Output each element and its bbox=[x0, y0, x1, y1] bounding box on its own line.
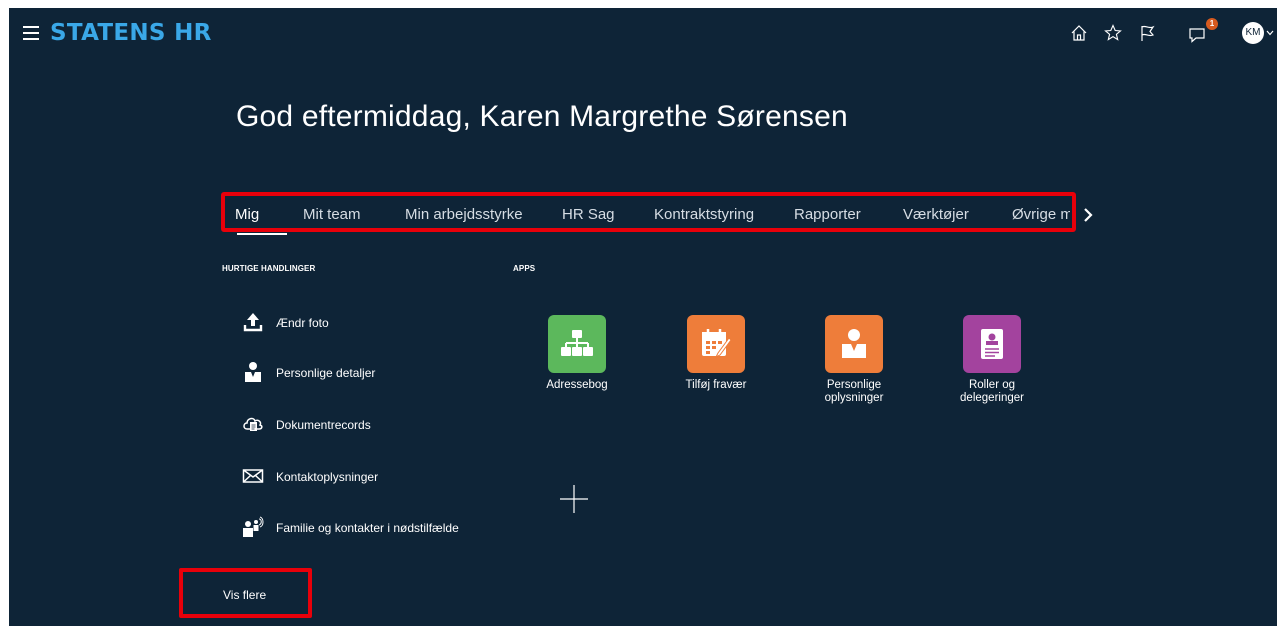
tab-mig[interactable]: Mig bbox=[235, 206, 259, 223]
add-app-icon[interactable] bbox=[560, 485, 588, 513]
apps-heading: APPS bbox=[513, 264, 536, 273]
app-frame: STATENS HR 1 KM God eftermiddag, Karen M… bbox=[9, 8, 1277, 626]
show-more-highlight: Vis flere bbox=[179, 568, 312, 618]
calendar-edit-icon bbox=[687, 315, 745, 373]
chevron-right-icon[interactable] bbox=[1082, 207, 1094, 223]
upload-icon bbox=[243, 313, 263, 332]
tab-rapporter[interactable]: Rapporter bbox=[794, 206, 861, 223]
app-label: Roller og delegeringer bbox=[960, 379, 1024, 404]
id-badge-icon bbox=[963, 315, 1021, 373]
tab-vaerktoejer[interactable]: Værktøjer bbox=[903, 206, 969, 223]
tab-mit-team[interactable]: Mit team bbox=[303, 206, 361, 223]
home-icon[interactable] bbox=[1069, 23, 1091, 45]
quick-action-label: Kontaktoplysninger bbox=[276, 470, 379, 484]
app-adressebog[interactable]: Adressebog bbox=[522, 315, 632, 392]
tab-bar: Mig Mit team Min arbejdsstyrke HR Sag Ko… bbox=[221, 192, 1076, 232]
quick-actions-heading: HURTIGE HANDLINGER bbox=[222, 264, 316, 273]
tab-hr-sag[interactable]: HR Sag bbox=[562, 206, 615, 223]
quick-action-label: Familie og kontakter i nødstilfælde bbox=[276, 521, 459, 535]
show-more-link[interactable]: Vis flere bbox=[223, 588, 266, 602]
active-tab-indicator bbox=[237, 233, 287, 235]
app-label: Personlige oplysninger bbox=[824, 379, 884, 404]
quick-action-label: Ændr foto bbox=[276, 316, 329, 330]
org-chart-icon bbox=[548, 315, 606, 373]
chevron-down-icon[interactable] bbox=[1266, 30, 1274, 36]
tab-oevrige[interactable]: Øvrige m bbox=[1012, 206, 1070, 223]
app-label: Tilføj fravær bbox=[685, 379, 747, 391]
page-greeting: God eftermiddag, Karen Margrethe Sørense… bbox=[236, 100, 848, 133]
app-personlige-oplysninger[interactable]: Personlige oplysninger bbox=[799, 315, 909, 405]
cloud-document-icon bbox=[243, 417, 263, 431]
envelope-icon bbox=[242, 469, 264, 483]
star-icon[interactable] bbox=[1103, 23, 1125, 45]
quick-action-label: Personlige detaljer bbox=[276, 366, 376, 380]
quick-action-label: Dokumentrecords bbox=[276, 418, 371, 432]
avatar[interactable]: KM bbox=[1242, 22, 1264, 44]
flag-icon[interactable] bbox=[1137, 23, 1159, 45]
app-label: Adressebog bbox=[546, 379, 608, 391]
notification-badge: 1 bbox=[1206, 18, 1218, 30]
app-tilfoej-fravaer[interactable]: Tilføj fravær bbox=[661, 315, 771, 392]
tab-kontraktstyring[interactable]: Kontraktstyring bbox=[654, 206, 754, 223]
app-logo[interactable]: STATENS HR bbox=[50, 20, 212, 46]
person-icon bbox=[245, 362, 261, 382]
person-card-icon bbox=[825, 315, 883, 373]
app-roller-og-delegeringer[interactable]: Roller og delegeringer bbox=[937, 315, 1047, 405]
hamburger-menu-icon[interactable] bbox=[23, 26, 39, 40]
tab-min-arbejdsstyrke[interactable]: Min arbejdsstyrke bbox=[405, 206, 523, 223]
family-icon bbox=[243, 516, 264, 537]
